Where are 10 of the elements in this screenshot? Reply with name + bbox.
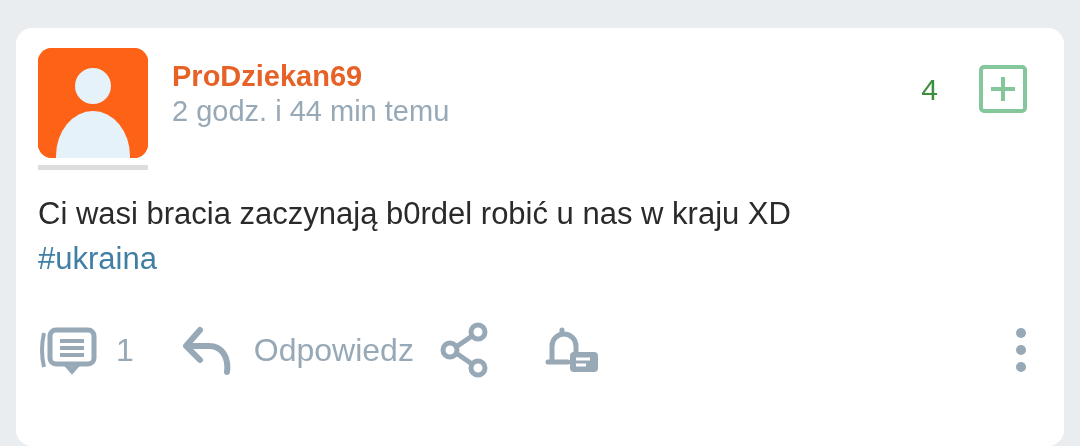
hashtag-link[interactable]: #ukraina <box>38 240 157 276</box>
author-name[interactable]: ProDziekan69 <box>172 60 363 92</box>
comment-count: 1 <box>116 330 134 370</box>
post-text: Ci wasi bracia zaczynają b0rdel robić u nas w kraju XD <box>38 195 792 233</box>
post-time: 2 godz. i 44 min temu <box>172 94 450 127</box>
plus-icon[interactable] <box>978 64 1028 114</box>
avatar-icon <box>38 48 148 158</box>
more-icon[interactable] <box>1014 326 1028 373</box>
reply-button[interactable]: Odpowiedz <box>253 325 414 374</box>
vote-count: 4 <box>921 71 938 108</box>
